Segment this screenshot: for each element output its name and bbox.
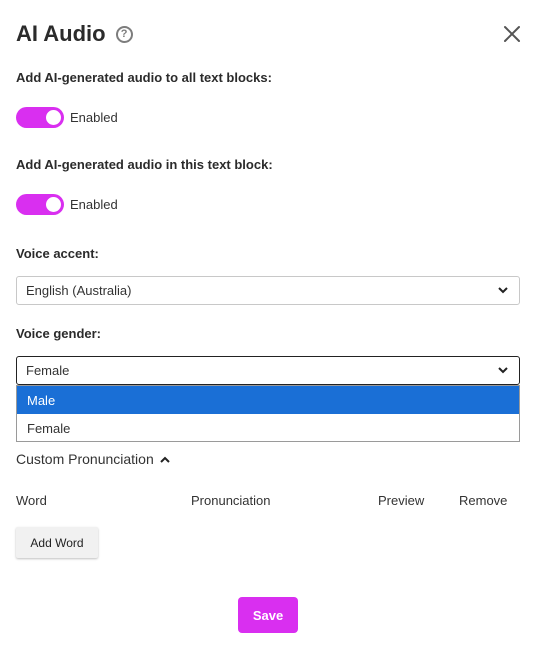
voice-gender-value: Female — [26, 363, 70, 378]
chevron-up-icon — [160, 456, 170, 463]
close-icon[interactable] — [502, 24, 522, 44]
column-header-preview: Preview — [378, 493, 425, 508]
dialog-header: AI Audio ? — [16, 20, 133, 48]
custom-pronunciation-toggle[interactable]: Custom Pronunciation — [16, 451, 171, 467]
custom-pronunciation-title: Custom Pronunciation — [16, 451, 154, 467]
voice-accent-value: English (Australia) — [26, 283, 132, 298]
column-header-pronunciation: Pronunciation — [191, 493, 271, 508]
question-circle-icon[interactable]: ? — [115, 25, 133, 43]
chevron-down-icon — [498, 367, 508, 374]
chevron-down-icon — [498, 287, 508, 294]
all-blocks-toggle-state: Enabled — [70, 110, 118, 125]
save-button[interactable]: Save — [238, 597, 298, 633]
column-header-remove: Remove — [459, 493, 508, 508]
voice-accent-select[interactable]: English (Australia) — [16, 276, 520, 305]
toggle-knob — [46, 197, 61, 212]
voice-gender-select[interactable]: Female — [16, 356, 520, 385]
this-block-label: Add AI-generated audio in this text bloc… — [16, 157, 273, 172]
column-header-word: Word — [16, 493, 47, 508]
dropdown-option-female[interactable]: Female — [17, 414, 519, 442]
this-block-toggle-row: Enabled — [16, 194, 118, 215]
ai-audio-dialog: AI Audio ? Add AI-generated audio to all… — [0, 0, 538, 665]
voice-accent-label: Voice accent: — [16, 246, 99, 261]
dropdown-option-male[interactable]: Male — [17, 386, 519, 414]
this-block-toggle-state: Enabled — [70, 197, 118, 212]
this-block-toggle[interactable] — [16, 194, 64, 215]
dialog-title: AI Audio — [16, 21, 106, 46]
all-blocks-label: Add AI-generated audio to all text block… — [16, 70, 272, 85]
all-blocks-toggle[interactable] — [16, 107, 64, 128]
voice-gender-dropdown: Male Female — [16, 385, 520, 442]
all-blocks-toggle-row: Enabled — [16, 107, 118, 128]
toggle-knob — [46, 110, 61, 125]
add-word-button[interactable]: Add Word — [16, 527, 98, 558]
voice-gender-label: Voice gender: — [16, 326, 102, 341]
